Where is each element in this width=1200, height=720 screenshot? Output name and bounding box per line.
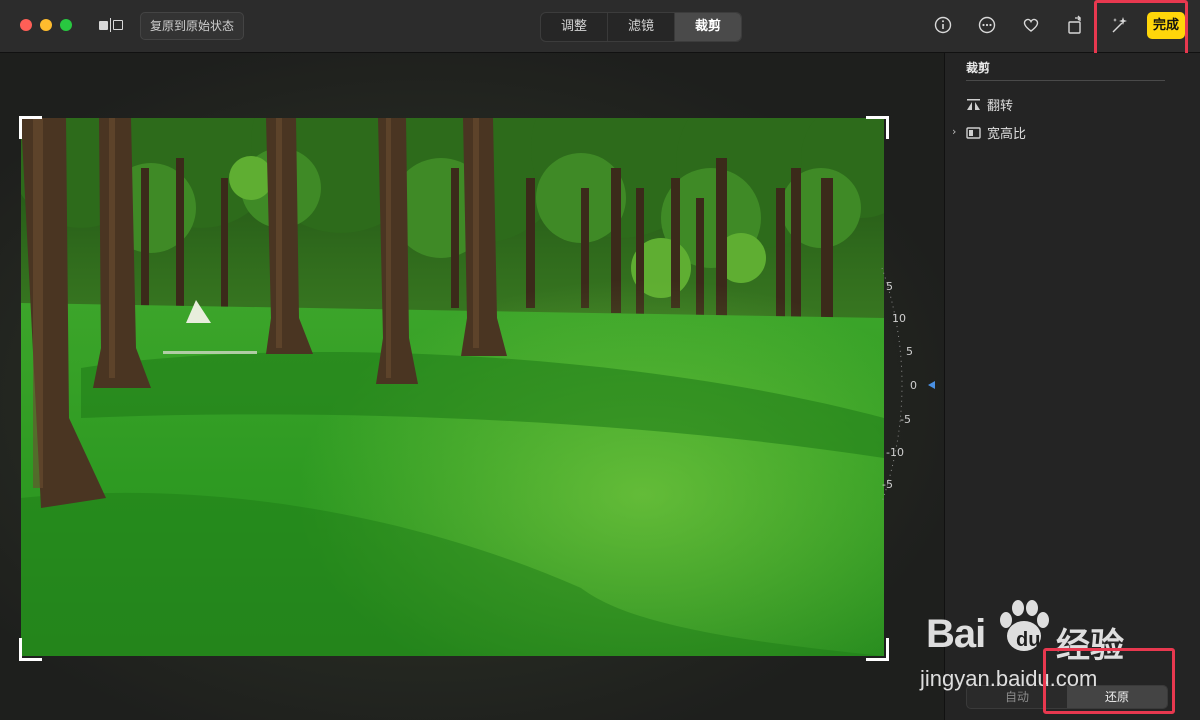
- info-icon: [934, 16, 952, 34]
- tab-adjust[interactable]: 调整: [541, 13, 608, 41]
- sidebar-item-flip[interactable]: 翻转: [966, 95, 1013, 114]
- highlight-box-bottom: [1043, 648, 1175, 714]
- more-options-button[interactable]: [976, 14, 998, 36]
- photo-preview[interactable]: [21, 118, 884, 656]
- sidebar-item-aspect-ratio[interactable]: 宽高比: [966, 123, 1026, 142]
- dial-tick-label: -5: [882, 478, 893, 491]
- tab-filters[interactable]: 滤镜: [608, 13, 675, 41]
- edit-mode-tabs: 调整 滤镜 裁剪: [540, 12, 742, 42]
- dial-tick-label: 5: [906, 345, 913, 358]
- rotate-icon: [1068, 15, 1081, 34]
- park-photo: [21, 118, 884, 656]
- info-button[interactable]: [932, 14, 954, 36]
- crop-sidebar: 裁剪 翻转 › 宽高比 自动 还原: [944, 53, 1200, 720]
- revert-to-original-button[interactable]: 复原到原始状态: [140, 12, 245, 40]
- dial-scale: 5 10 5 0 -5 -10 -5: [881, 267, 935, 503]
- heart-icon: [1023, 18, 1039, 32]
- aspect-ratio-icon: [966, 127, 981, 139]
- crop-handle-bottom-left[interactable]: [19, 638, 42, 661]
- rotate-button[interactable]: [1064, 14, 1086, 36]
- sidebar-title: 裁剪: [966, 61, 991, 75]
- compare-icon: [99, 20, 108, 30]
- chevron-right-icon[interactable]: ›: [952, 125, 956, 138]
- dial-tick-label: 10: [892, 312, 906, 325]
- divider: [966, 80, 1165, 81]
- dial-tick-label: 0: [910, 379, 917, 392]
- dial-tick-label: -10: [886, 446, 904, 459]
- sidebar-item-label: 翻转: [987, 99, 1014, 114]
- minimize-window-button[interactable]: [40, 19, 52, 31]
- dial-tick-label: -5: [900, 413, 911, 426]
- flip-icon: [967, 99, 980, 110]
- compare-original-button[interactable]: [97, 16, 125, 34]
- crop-handle-top-right[interactable]: [866, 116, 889, 139]
- tab-crop[interactable]: 裁剪: [675, 13, 741, 41]
- zoom-window-button[interactable]: [60, 19, 72, 31]
- favorite-button[interactable]: [1020, 14, 1042, 36]
- title-bar: 复原到原始状态 调整 滤镜 裁剪 完成: [0, 0, 1200, 53]
- straighten-dial[interactable]: 5 10 5 0 -5 -10 -5: [860, 260, 940, 510]
- dial-tick-label: 5: [886, 280, 893, 293]
- more-icon: [978, 16, 996, 34]
- close-window-button[interactable]: [20, 19, 32, 31]
- dial-indicator-icon: [928, 381, 935, 389]
- crop-handle-bottom-right[interactable]: [866, 638, 889, 661]
- sidebar-item-label: 宽高比: [987, 127, 1027, 142]
- crop-handle-top-left[interactable]: [19, 116, 42, 139]
